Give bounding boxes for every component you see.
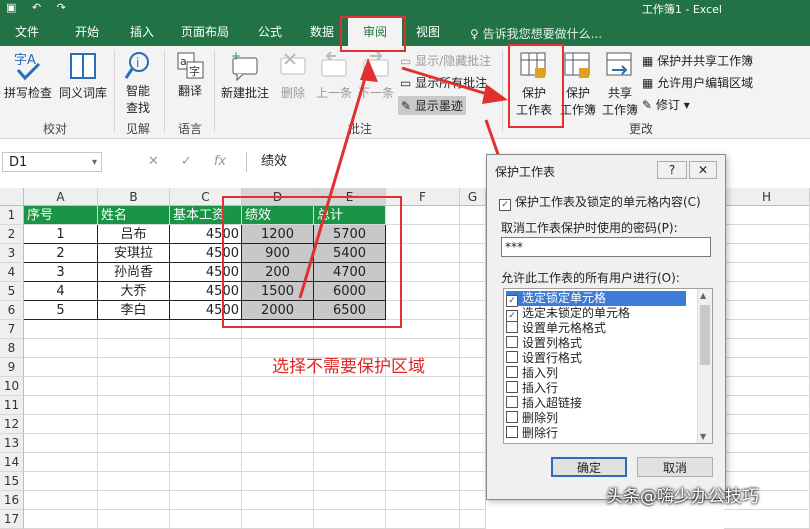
password-label: 取消工作表保护时使用的密码(P): bbox=[501, 221, 678, 235]
ok-button[interactable]: 确定 bbox=[551, 457, 627, 477]
password-input[interactable]: *** bbox=[501, 237, 711, 257]
close-button[interactable]: ✕ bbox=[689, 161, 717, 179]
permission-label: 设置行格式 bbox=[522, 351, 583, 365]
scroll-up-icon[interactable]: ▲ bbox=[700, 291, 706, 300]
permission-option[interactable]: 删除列 bbox=[506, 411, 686, 426]
checkbox-icon[interactable] bbox=[506, 381, 518, 393]
permission-label: 选定未锁定的单元格 bbox=[522, 306, 631, 320]
checkbox-icon[interactable] bbox=[506, 426, 518, 438]
permission-label: 删除列 bbox=[522, 411, 559, 425]
checkbox-icon[interactable] bbox=[506, 336, 518, 348]
scroll-down-icon[interactable]: ▼ bbox=[700, 432, 706, 441]
checkbox-icon[interactable] bbox=[506, 351, 518, 363]
checkbox-icon[interactable] bbox=[506, 396, 518, 408]
checkbox-icon[interactable] bbox=[506, 366, 518, 378]
list-scrollbar[interactable]: ▲ ▼ bbox=[697, 289, 712, 443]
permission-option[interactable]: ✓ 选定未锁定的单元格 bbox=[506, 306, 686, 322]
permission-option[interactable]: 设置单元格格式 bbox=[506, 321, 686, 336]
dialog-title: 保护工作表 bbox=[495, 165, 556, 179]
checkbox-icon[interactable] bbox=[506, 411, 518, 423]
cancel-button[interactable]: 取消 bbox=[637, 457, 713, 477]
permission-option[interactable]: 插入行 bbox=[506, 381, 686, 396]
permission-option[interactable]: ✓ 选定锁定单元格 bbox=[506, 291, 686, 307]
allow-users-label: 允许此工作表的所有用户进行(O): bbox=[501, 271, 680, 285]
protect-contents-checkbox[interactable]: ✓ 保护工作表及锁定的单元格内容(C) bbox=[499, 193, 701, 211]
permission-label: 选定锁定单元格 bbox=[522, 291, 607, 305]
permission-label: 删除行 bbox=[522, 426, 559, 440]
permission-option[interactable]: 设置列格式 bbox=[506, 336, 686, 351]
permission-label: 设置单元格格式 bbox=[522, 321, 607, 335]
permission-label: 插入行 bbox=[522, 381, 559, 395]
annotation-text: 选择不需要保护区域 bbox=[272, 357, 425, 377]
permission-label: 插入超链接 bbox=[522, 396, 583, 410]
checkbox-icon[interactable] bbox=[506, 321, 518, 333]
permission-option[interactable]: 设置行格式 bbox=[506, 351, 686, 366]
watermark: 头条@嗨少办公技巧 bbox=[606, 487, 759, 507]
permission-option[interactable]: 插入超链接 bbox=[506, 396, 686, 411]
scroll-thumb[interactable] bbox=[700, 305, 710, 365]
protect-sheet-dialog: 保护工作表 ? ✕ ✓ 保护工作表及锁定的单元格内容(C) 取消工作表保护时使用的… bbox=[486, 154, 726, 500]
checkbox-checked-icon: ✓ bbox=[499, 199, 511, 211]
permission-option[interactable]: 插入列 bbox=[506, 366, 686, 381]
permission-option[interactable]: 删除行 bbox=[506, 426, 686, 441]
help-button[interactable]: ? bbox=[657, 161, 687, 179]
permission-label: 插入列 bbox=[522, 366, 559, 380]
permissions-list[interactable]: ✓ 选定锁定单元格 ✓ 选定未锁定的单元格 设置单元格格式 设置列格式 设置行格式 插入列 插入… bbox=[503, 288, 713, 444]
permission-label: 设置列格式 bbox=[522, 336, 583, 350]
